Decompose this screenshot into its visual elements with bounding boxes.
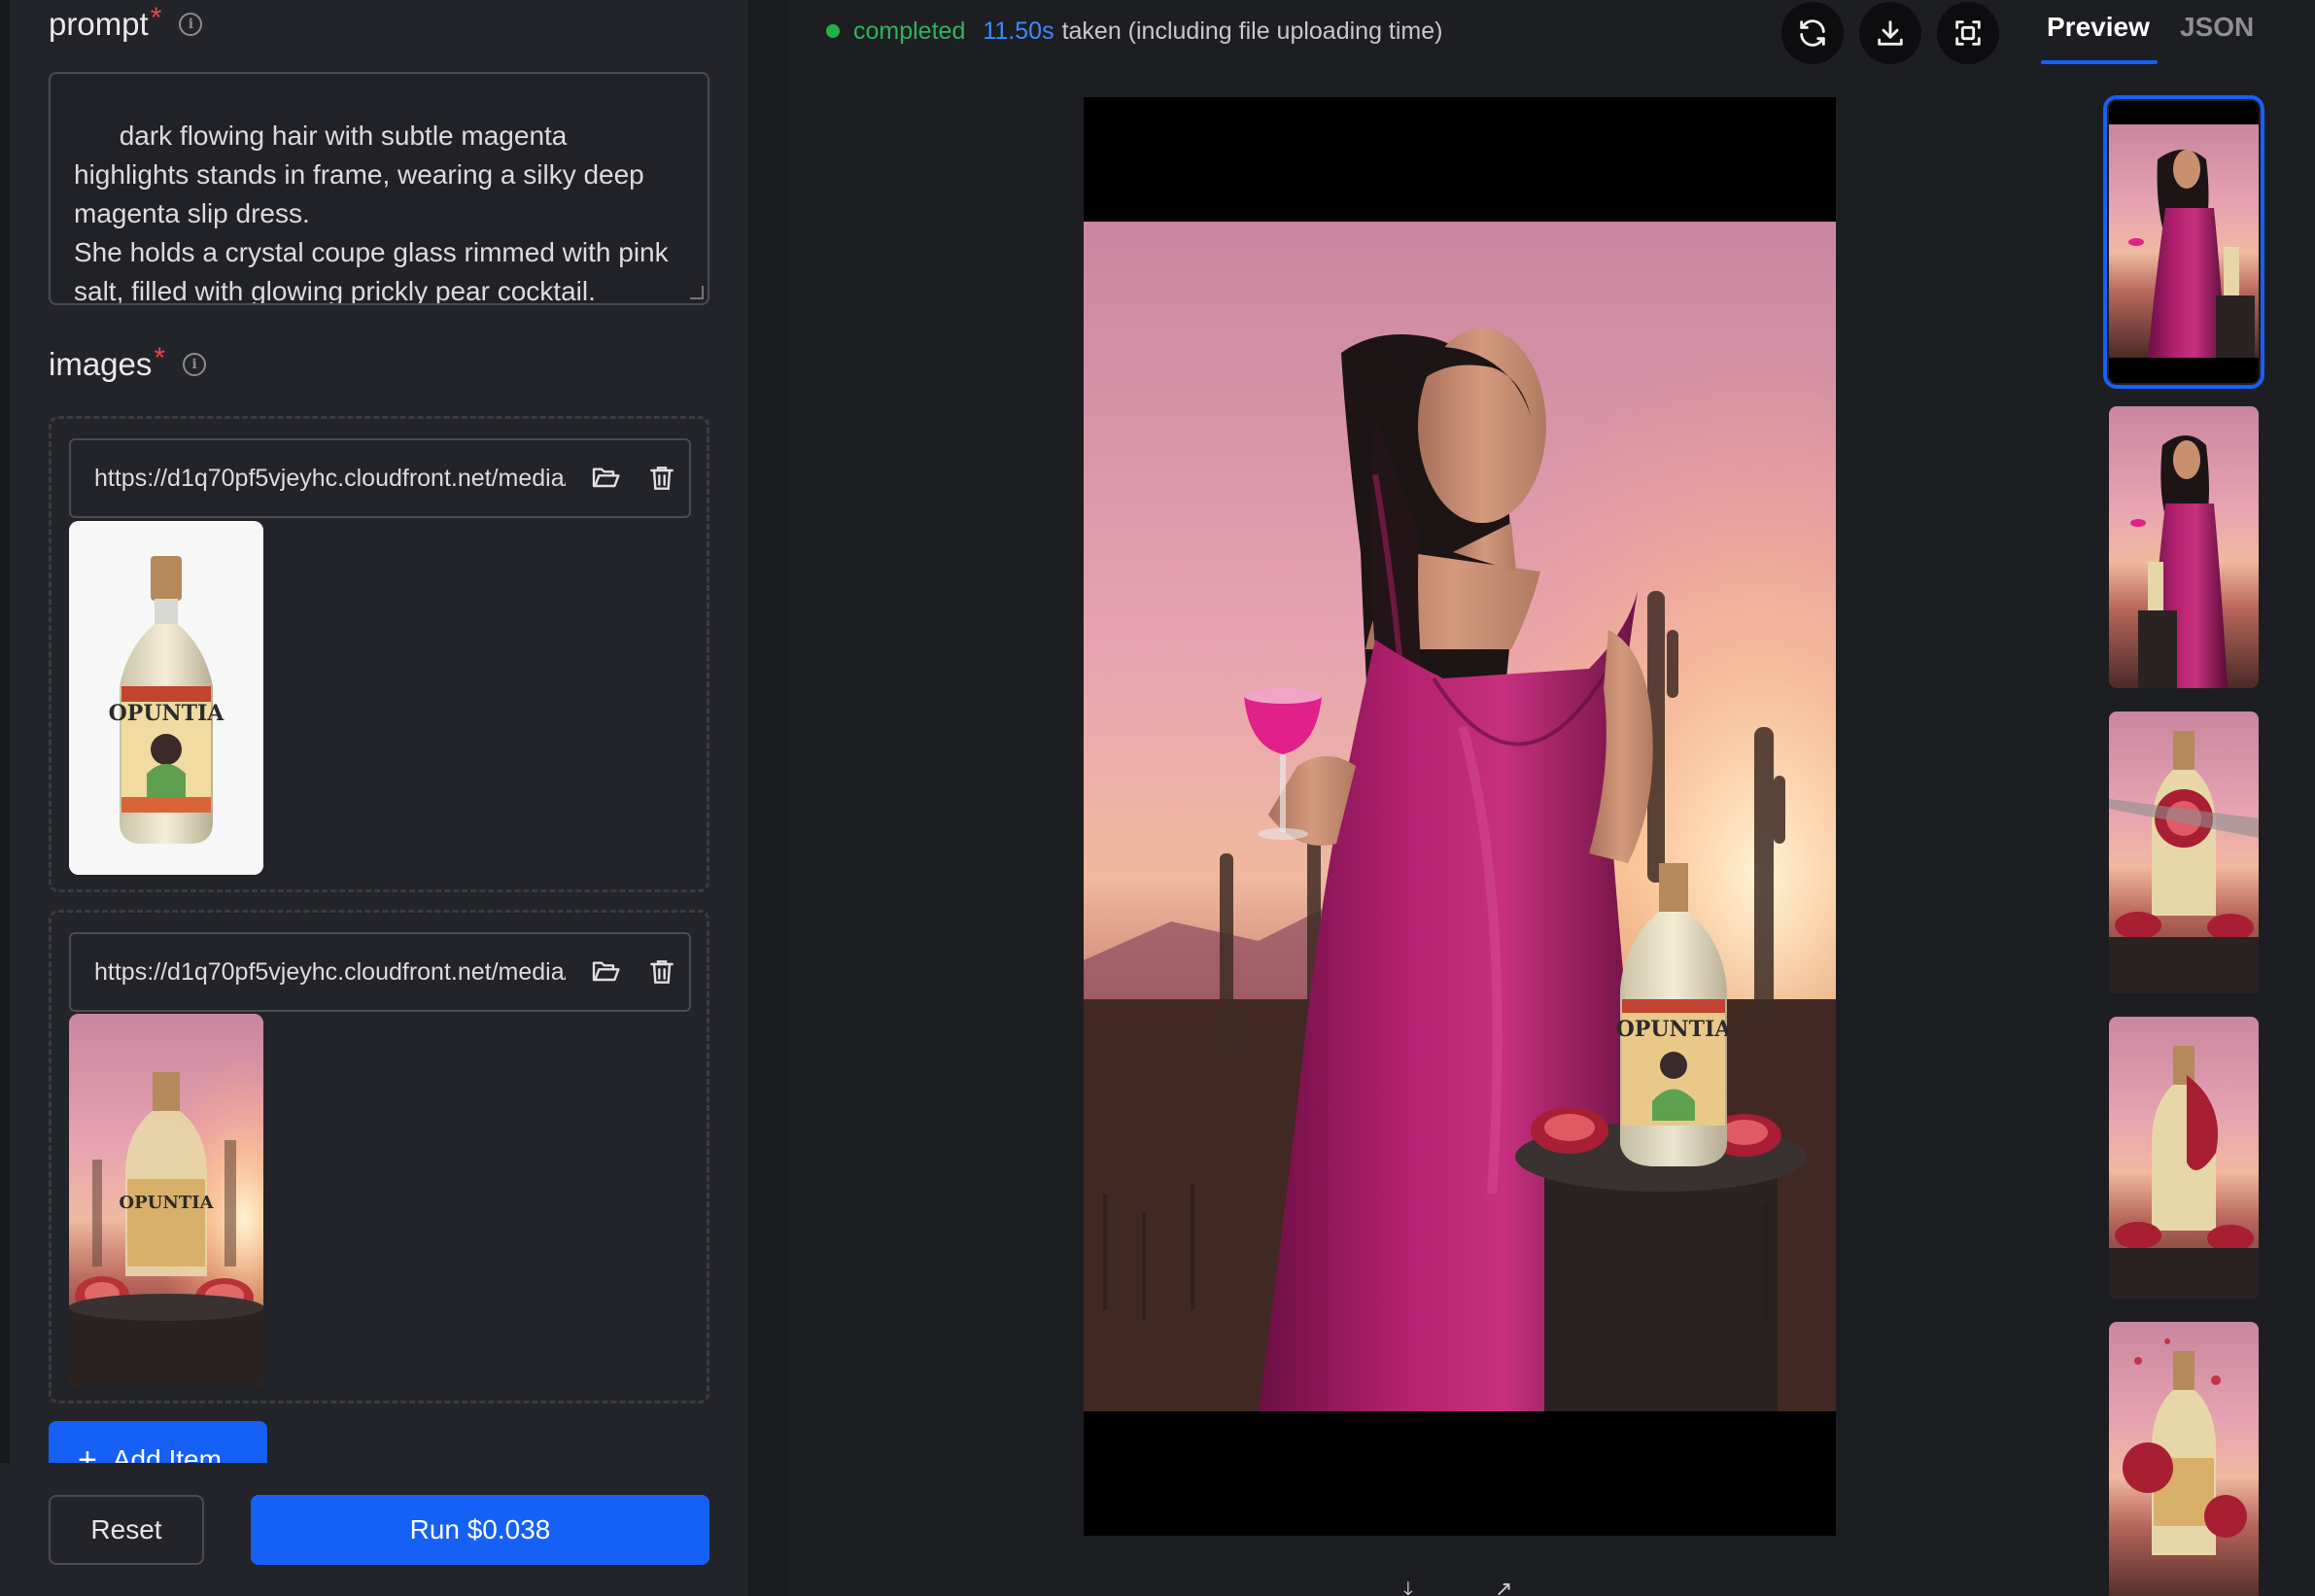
tab-preview[interactable]: Preview bbox=[2047, 12, 2150, 43]
download-icon[interactable]: ⤓ bbox=[1403, 1577, 1413, 1596]
output-image[interactable]: OPUNTIA bbox=[1084, 222, 1836, 1411]
trash-icon[interactable] bbox=[645, 955, 678, 989]
info-icon[interactable]: i bbox=[183, 353, 207, 376]
result-thumbnail[interactable] bbox=[2103, 95, 2264, 389]
image-thumbnail[interactable]: OPUNTIA bbox=[69, 521, 263, 875]
result-thumbnail-image bbox=[2109, 1017, 2259, 1299]
folder-open-icon[interactable] bbox=[589, 955, 622, 989]
prompt-textarea[interactable]: dark flowing hair with subtle magenta hi… bbox=[49, 72, 709, 305]
image-url-field[interactable]: https://d1q70pf5vjeyhc.cloudfront.net/me… bbox=[69, 438, 691, 518]
trash-icon[interactable] bbox=[645, 462, 678, 495]
result-thumbnail-image bbox=[2109, 1322, 2259, 1596]
download-icon bbox=[1878, 20, 1903, 46]
result-thumbnail[interactable] bbox=[2109, 1017, 2259, 1299]
result-thumbnail-image bbox=[2109, 711, 2259, 993]
prompt-label-text: prompt bbox=[49, 6, 149, 42]
bottle-product-photo: OPUNTIA bbox=[69, 521, 263, 875]
external-link-icon[interactable]: ↗ bbox=[1495, 1577, 1512, 1596]
status-duration: 11.50s bbox=[983, 17, 1054, 45]
info-icon[interactable]: i bbox=[179, 13, 203, 36]
required-mark: * bbox=[150, 2, 162, 34]
result-thumbnail-image bbox=[2109, 406, 2259, 688]
status-state: completed bbox=[853, 17, 966, 45]
fullscreen-button[interactable] bbox=[1937, 2, 1999, 64]
bottle-brand-text: OPUNTIA bbox=[119, 1193, 214, 1213]
active-tab-indicator bbox=[2041, 60, 2158, 64]
required-mark: * bbox=[154, 342, 166, 374]
prompt-text: dark flowing hair with subtle magenta hi… bbox=[74, 121, 669, 305]
generated-image-woman-with-bottle: OPUNTIA bbox=[1084, 222, 1836, 1411]
image-thumbnail[interactable]: OPUNTIA bbox=[69, 1014, 263, 1387]
bottle-brand-text: OPUNTIA bbox=[1616, 1017, 1733, 1042]
image-url-field[interactable]: https://d1q70pf5vjeyhc.cloudfront.net/me… bbox=[69, 932, 691, 1012]
status-dot-icon bbox=[826, 24, 840, 38]
download-button[interactable] bbox=[1859, 2, 1921, 64]
images-label: images * i bbox=[49, 342, 207, 383]
reset-button[interactable]: Reset bbox=[49, 1495, 204, 1565]
fullscreen-icon bbox=[1955, 20, 1981, 46]
panel-edge bbox=[0, 0, 10, 1596]
tab-json[interactable]: JSON bbox=[2180, 12, 2254, 43]
input-form-panel: prompt * i dark flowing hair with subtle… bbox=[0, 0, 748, 1596]
refresh-button[interactable] bbox=[1781, 2, 1844, 64]
run-status: completed 11.50s taken (including file u… bbox=[826, 16, 1442, 47]
image-list-item: https://d1q70pf5vjeyhc.cloudfront.net/me… bbox=[49, 416, 709, 892]
folder-open-icon[interactable] bbox=[589, 462, 622, 495]
app-window: prompt * i dark flowing hair with subtle… bbox=[0, 0, 2315, 1596]
run-button[interactable]: Run $0.038 bbox=[251, 1495, 709, 1565]
resize-handle[interactable] bbox=[690, 286, 704, 299]
result-thumbnail-image bbox=[2109, 101, 2259, 383]
result-thumbnail[interactable] bbox=[2109, 406, 2259, 688]
panel-divider[interactable] bbox=[748, 0, 787, 1596]
image-list-item: https://d1q70pf5vjeyhc.cloudfront.net/me… bbox=[49, 910, 709, 1404]
bottle-brand-text: OPUNTIA bbox=[109, 701, 225, 726]
bottle-scene-photo: OPUNTIA bbox=[69, 1014, 263, 1387]
result-thumbnail[interactable] bbox=[2109, 711, 2259, 993]
image-url-text: https://d1q70pf5vjeyhc.cloudfront.net/me… bbox=[94, 957, 566, 986]
image-url-text: https://d1q70pf5vjeyhc.cloudfront.net/me… bbox=[94, 464, 566, 492]
images-label-text: images bbox=[49, 346, 153, 382]
result-thumbnail[interactable] bbox=[2109, 1322, 2259, 1596]
refresh-icon bbox=[1800, 19, 1825, 47]
prompt-label: prompt * i bbox=[49, 2, 203, 43]
status-note: taken (including file uploading time) bbox=[1061, 17, 1443, 45]
output-preview[interactable]: OPUNTIA bbox=[1084, 97, 1836, 1536]
